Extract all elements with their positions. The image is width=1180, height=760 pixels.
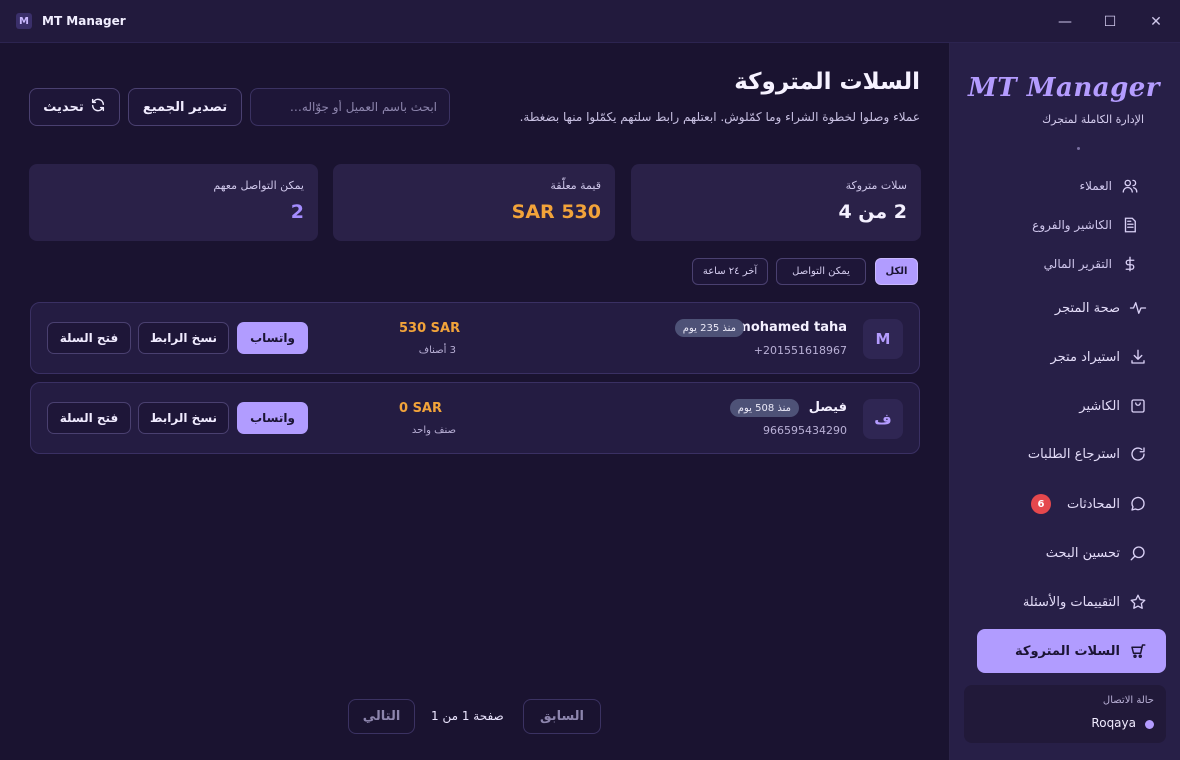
- chat-icon: [1128, 494, 1148, 514]
- sidebar-item-search-optimization[interactable]: تحسين البحث: [976, 533, 1166, 573]
- sidebar-item-label: تحسين البحث: [1045, 545, 1120, 561]
- page-info: صفحة 1 من 1: [431, 709, 504, 723]
- sidebar: MT Manager الإدارة الكاملة لمتجرك العملا…: [950, 43, 1180, 760]
- refresh-icon: [1128, 444, 1148, 464]
- unread-badge: 6: [1030, 494, 1051, 514]
- maximize-button[interactable]: ☐: [1095, 8, 1125, 36]
- sidebar-item-label: السلات المتروكة: [1015, 643, 1120, 659]
- age-badge: منذ 235 يوم: [674, 319, 744, 337]
- sidebar-item-reviews-questions[interactable]: التقييمات والأسئلة: [976, 582, 1166, 622]
- sidebar-item-abandoned-carts[interactable]: السلات المتروكة: [977, 629, 1166, 673]
- app-logo-icon: M: [16, 13, 32, 29]
- stat-label: سلات متروكة: [845, 179, 907, 192]
- minimize-button[interactable]: —: [1050, 8, 1080, 36]
- sidebar-item-cashier[interactable]: الكاشير: [976, 386, 1166, 426]
- refresh-label: تحديث: [43, 99, 84, 115]
- search-icon: [1128, 543, 1148, 563]
- stat-value: 2 من 4: [838, 201, 907, 223]
- export-all-button[interactable]: تصدير الجميع: [128, 88, 242, 126]
- refresh-button[interactable]: تحديث: [29, 88, 120, 126]
- refresh-icon: [90, 97, 106, 117]
- sidebar-item-customers[interactable]: العملاء: [976, 171, 1166, 201]
- cart-row: ف فيصل منذ 508 يوم 966595434290 0 SAR صن…: [30, 382, 920, 454]
- stat-value: 530 SAR: [511, 201, 601, 223]
- stat-label: قيمة معلّقة: [550, 179, 601, 192]
- page-description: عملاء وصلوا لخطوة الشراء وما كمّلوش. ابع…: [519, 110, 920, 124]
- customer-phone: 966595434290: [763, 424, 847, 437]
- users-icon: [1120, 176, 1140, 196]
- sidebar-item-cashier-branches[interactable]: الكاشير والفروع: [976, 210, 1166, 240]
- stat-label: يمكن التواصل معهم: [213, 179, 304, 192]
- cart-amount: 530 SAR: [399, 321, 461, 336]
- scroll-indicator-dot: [1077, 147, 1080, 150]
- sidebar-item-order-returns[interactable]: استرجاع الطلبات: [976, 434, 1166, 474]
- stat-card-contactable: يمكن التواصل معهم 2: [29, 164, 318, 241]
- sidebar-item-label: الكاشير: [1079, 398, 1120, 414]
- avatar: ف: [863, 399, 903, 439]
- open-cart-button[interactable]: فتح السلة: [47, 402, 131, 434]
- sidebar-item-label: الكاشير والفروع: [1032, 218, 1112, 232]
- customer-phone: +201551618967: [753, 344, 847, 357]
- cart-row: M mohamed taha منذ 235 يوم +201551618967…: [30, 302, 920, 374]
- cart-items-count: 3 أصناف: [418, 345, 456, 356]
- cart-items-count: صنف واحد: [411, 425, 456, 436]
- open-cart-button[interactable]: فتح السلة: [47, 322, 131, 354]
- online-status-icon: [1145, 720, 1154, 729]
- pulse-icon: [1128, 298, 1148, 318]
- previous-page-button[interactable]: السابق: [523, 699, 601, 734]
- bag-icon: [1128, 396, 1148, 416]
- star-icon: [1128, 592, 1148, 612]
- filter-all[interactable]: الكل: [875, 258, 918, 285]
- stat-card-pending-value: قيمة معلّقة 530 SAR: [333, 164, 615, 241]
- sidebar-item-label: التقرير المالي: [1043, 257, 1112, 271]
- title-bar: M MT Manager — ☐ ✕: [0, 0, 1180, 43]
- whatsapp-button[interactable]: واتساب: [237, 402, 308, 434]
- avatar: M: [863, 319, 903, 359]
- age-badge: منذ 508 يوم: [729, 399, 799, 417]
- sidebar-item-label: استرجاع الطلبات: [1027, 446, 1120, 462]
- sidebar-item-label: العملاء: [1079, 179, 1112, 193]
- connection-status-label: حالة الاتصال: [1102, 695, 1154, 706]
- connected-user: Roqaya: [1091, 716, 1136, 730]
- sidebar-item-financial-report[interactable]: التقرير المالي: [976, 249, 1166, 279]
- sidebar-item-label: استيراد متجر: [1050, 349, 1120, 365]
- download-icon: [1128, 347, 1148, 367]
- customer-name: فيصل: [808, 400, 847, 415]
- filter-contactable[interactable]: يمكن التواصل: [776, 258, 866, 285]
- brand-subtitle: الإدارة الكاملة لمتجرك: [1042, 113, 1144, 126]
- stat-value: 2: [290, 201, 304, 223]
- connection-status-card: حالة الاتصال Roqaya: [964, 685, 1166, 743]
- search-input[interactable]: [250, 88, 450, 126]
- sidebar-item-store-import[interactable]: استيراد متجر: [976, 337, 1166, 377]
- cart-icon: [1128, 641, 1148, 661]
- window-title: MT Manager: [42, 14, 126, 28]
- dollar-icon: [1120, 254, 1140, 274]
- filter-last-24h[interactable]: آخر ٢٤ ساعة: [692, 258, 768, 285]
- page-title: السلات المتروكة: [734, 69, 920, 95]
- main-content: السلات المتروكة عملاء وصلوا لخطوة الشراء…: [0, 43, 949, 760]
- next-page-button[interactable]: التالي: [348, 699, 415, 734]
- cart-amount: 0 SAR: [399, 401, 443, 416]
- copy-link-button[interactable]: نسخ الرابط: [138, 402, 229, 434]
- stat-card-abandoned: سلات متروكة 2 من 4: [631, 164, 921, 241]
- brand-logo: MT Manager: [968, 73, 1160, 103]
- sidebar-item-label: التقييمات والأسئلة: [1022, 594, 1120, 610]
- whatsapp-button[interactable]: واتساب: [237, 322, 308, 354]
- sidebar-item-label: صحة المتجر: [1054, 300, 1120, 316]
- copy-link-button[interactable]: نسخ الرابط: [138, 322, 229, 354]
- sidebar-item-label: المحادثات: [1066, 496, 1120, 512]
- close-button[interactable]: ✕: [1141, 8, 1171, 36]
- export-all-label: تصدير الجميع: [142, 99, 228, 115]
- customer-name: mohamed taha: [737, 320, 847, 335]
- document-icon: [1120, 215, 1140, 235]
- sidebar-item-conversations[interactable]: المحادثات 6: [976, 484, 1166, 524]
- sidebar-item-store-health[interactable]: صحة المتجر: [976, 288, 1166, 328]
